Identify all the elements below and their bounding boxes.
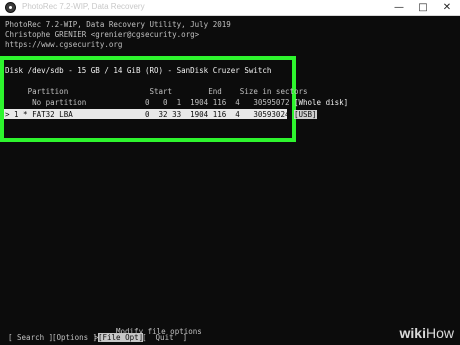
partition-tag: [Whole disk] [293, 98, 349, 107]
options-button[interactable]: [Options ] [52, 333, 97, 342]
program-version-line: PhotoRec 7.2-WIP, Data Recovery Utility,… [5, 20, 231, 29]
partition-row-text: > 1 * FAT32 LBA 0 32 33 1904 116 4 30593… [5, 110, 294, 119]
website-line: https://www.cgsecurity.org [5, 40, 123, 49]
search-button[interactable]: [ Search ] [8, 333, 53, 342]
partition-row-whole-disk[interactable]: No partition 0 0 1 1904 116 4 30595072 [… [5, 98, 348, 107]
disk-title: Disk /dev/sdb - 15 GB / 14 GiB (RO) - Sa… [5, 66, 272, 75]
terminal-window: PhotoRec 7.2-WIP, Data Recovery Utility,… [0, 16, 460, 345]
maximize-button[interactable]: □ [412, 0, 434, 15]
author-line: Christophe GRENIER <grenier@cgsecurity.o… [5, 30, 200, 39]
partition-row-fat32[interactable]: > 1 * FAT32 LBA 0 32 33 1904 116 4 30593… [5, 110, 317, 119]
menu-hint: Modify file options [116, 327, 202, 336]
watermark-wiki: wiki [399, 325, 426, 341]
partition-row-text: No partition 0 0 1 1904 116 4 30595072 [5, 98, 294, 107]
watermark-how: How [425, 325, 454, 341]
minimize-button[interactable]: — [388, 0, 410, 15]
window-title: PhotoRec 7.2-WIP, Data Recovery [22, 2, 145, 11]
wikihow-watermark: wikiHow [400, 325, 454, 341]
close-button[interactable]: ✕ [436, 0, 458, 15]
app-icon [5, 2, 16, 13]
partition-tag: [USB] [293, 110, 317, 119]
window-titlebar: PhotoRec 7.2-WIP, Data Recovery — □ ✕ [0, 0, 460, 16]
partition-columns-header: Partition Start End Size in sectors [5, 87, 308, 96]
